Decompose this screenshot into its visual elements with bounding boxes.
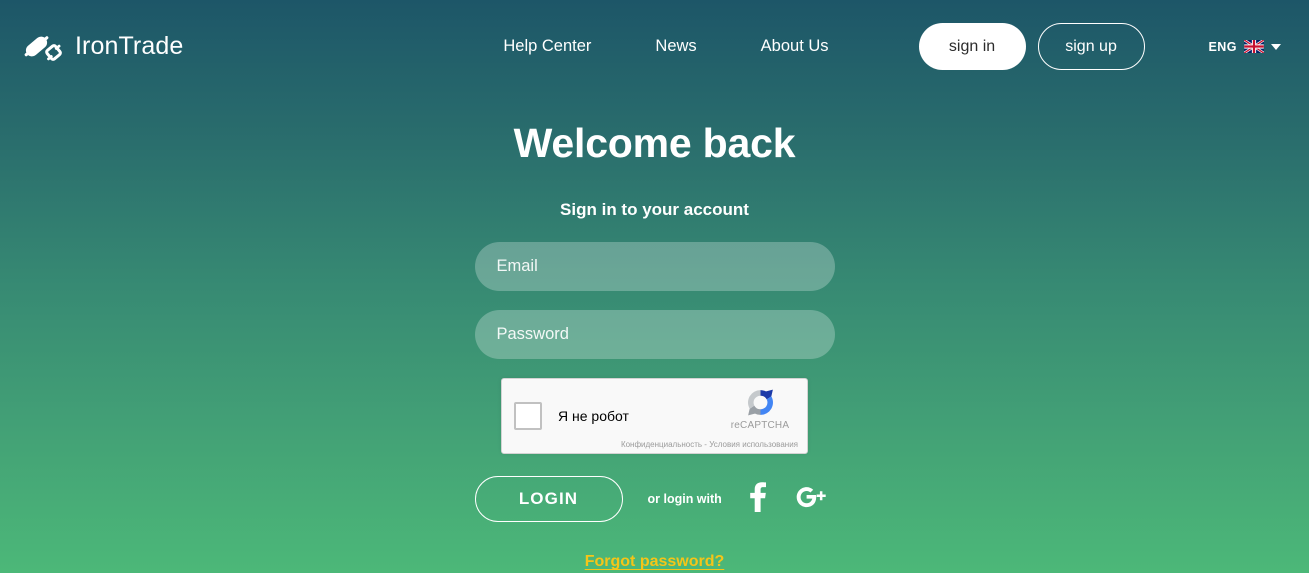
forgot-password-link[interactable]: Forgot password?: [585, 553, 725, 571]
google-plus-icon[interactable]: [795, 484, 827, 515]
recaptcha-checkbox[interactable]: [514, 402, 542, 431]
recaptcha-label: Я не робот: [558, 408, 629, 425]
language-code: ENG: [1208, 39, 1237, 54]
password-field[interactable]: [474, 310, 835, 360]
sign-up-button[interactable]: sign up: [1037, 23, 1145, 70]
recaptcha-widget[interactable]: Я не робот reCAPTCHA Конфиденциальность …: [501, 378, 808, 455]
page-subtitle: Sign in to your account: [560, 200, 749, 220]
recaptcha-logo-icon: [723, 386, 797, 419]
language-selector[interactable]: ENG: [1209, 40, 1281, 54]
or-login-with-label: or login with: [647, 492, 722, 507]
email-field[interactable]: [474, 242, 835, 292]
main-nav: Help Center News About Us: [503, 37, 828, 56]
login-button[interactable]: LOGIN: [474, 476, 623, 523]
candlestick-logo-icon: [22, 28, 64, 66]
social-login-group: [749, 481, 827, 517]
page-title: Welcome back: [513, 120, 796, 166]
top-header: IronTrade Help Center News About Us sign…: [0, 0, 1309, 93]
auth-buttons: sign in sign up: [918, 23, 1145, 70]
nav-link-news[interactable]: News: [655, 37, 696, 56]
chevron-down-icon: [1270, 43, 1281, 50]
sign-in-button[interactable]: sign in: [918, 23, 1026, 70]
recaptcha-brand-name: reCAPTCHA: [730, 420, 790, 432]
login-form: [474, 242, 835, 360]
nav-link-help-center[interactable]: Help Center: [503, 37, 591, 56]
facebook-icon[interactable]: [749, 481, 767, 517]
recaptcha-terms[interactable]: Конфиденциальность - Условия использован…: [621, 440, 798, 449]
recaptcha-branding: reCAPTCHA: [723, 386, 797, 431]
uk-flag-icon: [1243, 40, 1264, 53]
nav-link-about-us[interactable]: About Us: [761, 37, 829, 56]
brand-logo[interactable]: IronTrade: [22, 28, 183, 66]
login-actions: LOGIN or login with: [474, 476, 835, 523]
brand-name: IronTrade: [75, 32, 184, 60]
login-page-main: Welcome back Sign in to your account Я н…: [0, 93, 1309, 571]
